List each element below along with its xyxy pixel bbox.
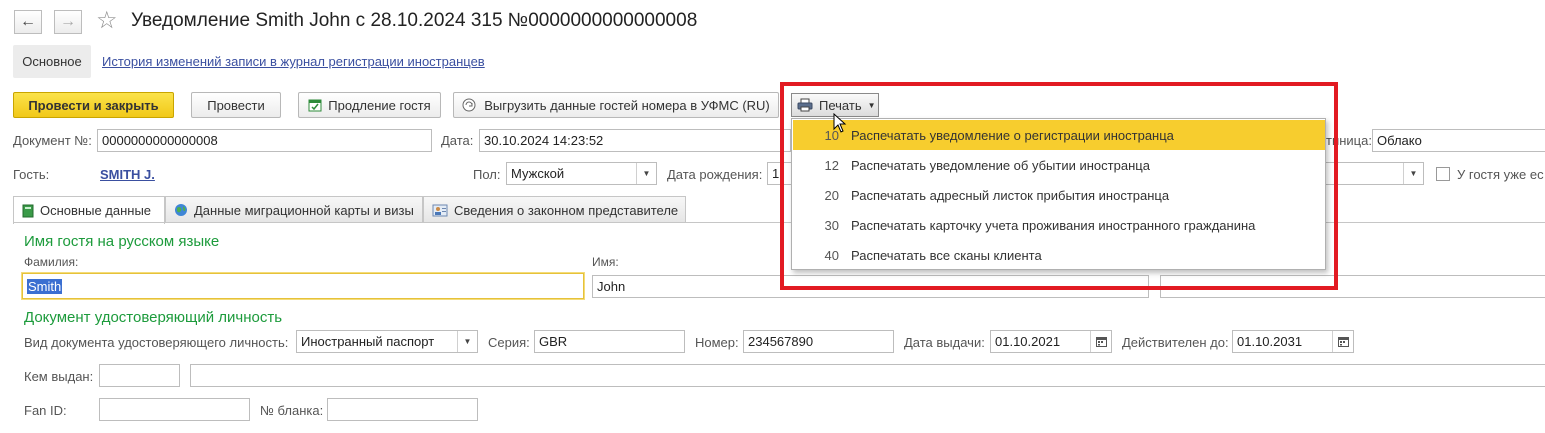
calendar-icon[interactable]: [1332, 331, 1353, 352]
tab-legal-representative-label: Сведения о законном представителе: [454, 202, 679, 218]
export-ufms-button[interactable]: Выгрузить данные гостей номера в УФМС (R…: [453, 92, 779, 118]
issued-by-label: Кем выдан:: [24, 369, 94, 384]
series-label: Серия:: [488, 335, 530, 350]
surname-field[interactable]: Smith: [22, 273, 584, 299]
number-field[interactable]: 234567890: [743, 330, 894, 353]
fan-id-label: Fan ID:: [24, 403, 67, 418]
print-menu-item[interactable]: 20 Распечатать адресный листок прибытия …: [793, 180, 1325, 210]
menu-item-label: Распечатать карточку учета проживания ин…: [851, 217, 1256, 233]
issue-date-value: 01.10.2021: [995, 334, 1061, 349]
valid-until-value: 01.10.2031: [1237, 334, 1303, 349]
extend-guest-label: Продление гостя: [328, 97, 431, 113]
chevron-down-icon[interactable]: ▼: [636, 163, 656, 184]
arrow-left-icon: ←: [20, 13, 36, 30]
globe-icon: [174, 203, 188, 217]
back-button[interactable]: ←: [14, 10, 42, 34]
birth-date-label: Дата рождения:: [667, 167, 763, 182]
doc-type-value: Иностранный паспорт: [301, 334, 435, 349]
issued-by-code-field[interactable]: [99, 364, 180, 387]
window-title: Уведомление Smith John с 28.10.2024 315 …: [131, 10, 698, 31]
history-link[interactable]: История изменений записи в журнал регист…: [102, 54, 485, 69]
gender-select[interactable]: Мужской ▼: [506, 162, 657, 185]
extra-select[interactable]: ▼: [1326, 162, 1424, 185]
menu-item-number: 12: [824, 157, 839, 173]
post-button[interactable]: Провести: [191, 92, 281, 118]
favorite-star-icon[interactable]: ☆: [96, 8, 118, 34]
surname-value: Smith: [27, 279, 63, 294]
blank-number-label: № бланка:: [260, 403, 324, 418]
forward-button[interactable]: →: [54, 10, 82, 34]
name-label: Имя:: [592, 255, 619, 269]
extend-guest-button[interactable]: Продление гостя: [298, 92, 441, 118]
main-section-tab[interactable]: Основное: [13, 45, 91, 78]
blank-number-field[interactable]: [327, 398, 478, 421]
guest-label: Гость:: [13, 167, 50, 182]
valid-until-label: Действителен до:: [1122, 335, 1229, 350]
book-icon: [22, 204, 34, 218]
export-icon: [462, 98, 478, 112]
number-label: Номер:: [695, 335, 739, 350]
doc-number-label: Документ №:: [13, 133, 92, 148]
date-label: Дата:: [441, 133, 474, 148]
date-field[interactable]: 30.10.2024 14:23:52: [479, 129, 791, 152]
print-dropdown-menu: 10 Распечатать уведомление о регистрации…: [791, 118, 1326, 270]
issued-by-field[interactable]: [190, 364, 1545, 387]
hotel-field[interactable]: Облако: [1372, 129, 1545, 152]
calendar-check-icon: [308, 98, 322, 112]
person-icon: [432, 203, 448, 217]
series-field[interactable]: GBR: [534, 330, 685, 353]
already-checkbox[interactable]: [1436, 167, 1450, 181]
doc-type-select[interactable]: Иностранный паспорт ▼: [296, 330, 478, 353]
menu-item-label: Распечатать уведомление о регистрации ин…: [851, 127, 1174, 143]
tab-migration-card[interactable]: Данные миграционной карты и визы: [165, 196, 423, 223]
menu-item-number: 40: [824, 247, 839, 263]
post-and-close-button[interactable]: Провести и закрыть: [13, 92, 174, 118]
print-menu-item[interactable]: 10 Распечатать уведомление о регистрации…: [793, 120, 1325, 150]
gender-label: Пол:: [473, 167, 501, 182]
issue-date-field[interactable]: 01.10.2021: [990, 330, 1112, 353]
doc-number-field[interactable]: 0000000000000008: [97, 129, 432, 152]
issue-date-label: Дата выдачи:: [904, 335, 985, 350]
doc-type-label: Вид документа удостоверяющего личность:: [24, 335, 289, 350]
print-menu-item[interactable]: 12 Распечатать уведомление об убытии ино…: [793, 150, 1325, 180]
guest-link[interactable]: SMITH J.: [100, 167, 155, 182]
menu-item-label: Распечатать адресный листок прибытия ино…: [851, 187, 1170, 203]
chevron-down-icon[interactable]: ▼: [1403, 163, 1423, 184]
chevron-down-icon: ▼: [867, 100, 876, 110]
valid-until-field[interactable]: 01.10.2031: [1232, 330, 1354, 353]
arrow-right-icon: →: [60, 13, 76, 30]
gender-value: Мужской: [511, 166, 565, 181]
mouse-cursor-icon: [833, 112, 847, 136]
print-menu-item[interactable]: 40 Распечатать все сканы клиента: [793, 240, 1325, 270]
menu-item-label: Распечатать все сканы клиента: [851, 247, 1042, 263]
surname-label: Фамилия:: [24, 255, 79, 269]
id-section-title: Документ удостоверяющий личность: [24, 309, 283, 326]
tab-main-data-label: Основные данные: [40, 203, 152, 218]
export-ufms-label: Выгрузить данные гостей номера в УФМС (R…: [484, 97, 770, 113]
print-label: Печать: [819, 97, 862, 113]
calendar-icon[interactable]: [1090, 331, 1111, 352]
print-menu-item[interactable]: 30 Распечатать карточку учета проживания…: [793, 210, 1325, 240]
name-section-title: Имя гостя на русском языке: [24, 233, 220, 250]
printer-icon: [797, 98, 813, 112]
hotel-label: тиница:: [1326, 133, 1372, 148]
tab-main-data[interactable]: Основные данные: [13, 196, 165, 224]
tab-migration-card-label: Данные миграционной карты и визы: [194, 202, 414, 218]
already-label: У гостя уже ес: [1457, 167, 1544, 182]
fan-id-field[interactable]: [99, 398, 250, 421]
menu-item-number: 30: [824, 217, 839, 233]
menu-item-label: Распечатать уведомление об убытии иностр…: [851, 157, 1150, 173]
tab-legal-representative[interactable]: Сведения о законном представителе: [423, 196, 686, 223]
patronymic-field[interactable]: [1160, 275, 1545, 298]
chevron-down-icon[interactable]: ▼: [457, 331, 477, 352]
name-field[interactable]: John: [592, 275, 1149, 298]
menu-item-number: 20: [824, 187, 839, 203]
